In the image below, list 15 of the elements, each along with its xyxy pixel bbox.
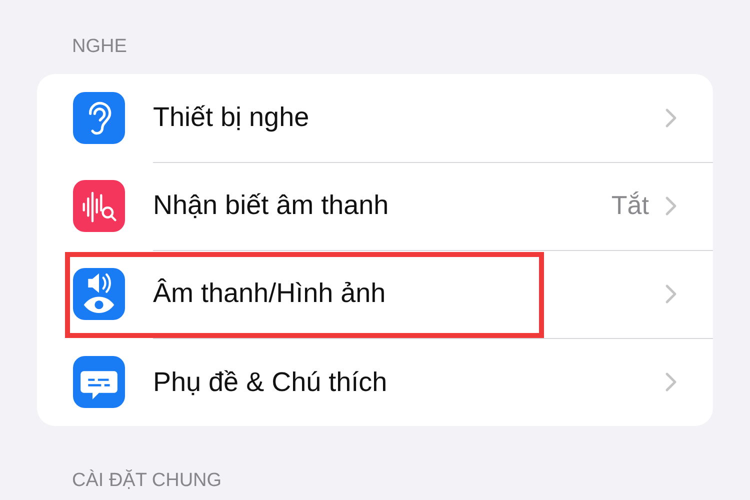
row-label: Nhận biết âm thanh bbox=[153, 190, 390, 221]
row-label: Thiết bị nghe bbox=[153, 102, 310, 133]
chevron-icon bbox=[665, 372, 677, 392]
row-label: Âm thanh/Hình ảnh bbox=[153, 278, 387, 309]
row-label: Phụ đề & Chú thích bbox=[153, 366, 388, 398]
settings-row[interactable]: Nhận biết âm thanh Tắt bbox=[37, 162, 713, 250]
section-header: CÀI ĐẶT CHUNG bbox=[71, 470, 223, 493]
chevron-icon bbox=[665, 108, 677, 128]
settings-row[interactable]: Thiết bị nghe bbox=[37, 74, 713, 162]
chevron-icon bbox=[665, 284, 677, 304]
row-value: Tắt bbox=[611, 190, 649, 221]
chevron-icon bbox=[665, 196, 677, 216]
settings-row[interactable]: Phụ đề & Chú thích bbox=[37, 338, 713, 426]
settings-row[interactable]: Âm thanh/Hình ảnh bbox=[37, 250, 713, 338]
section-header: NGHE bbox=[71, 36, 128, 59]
